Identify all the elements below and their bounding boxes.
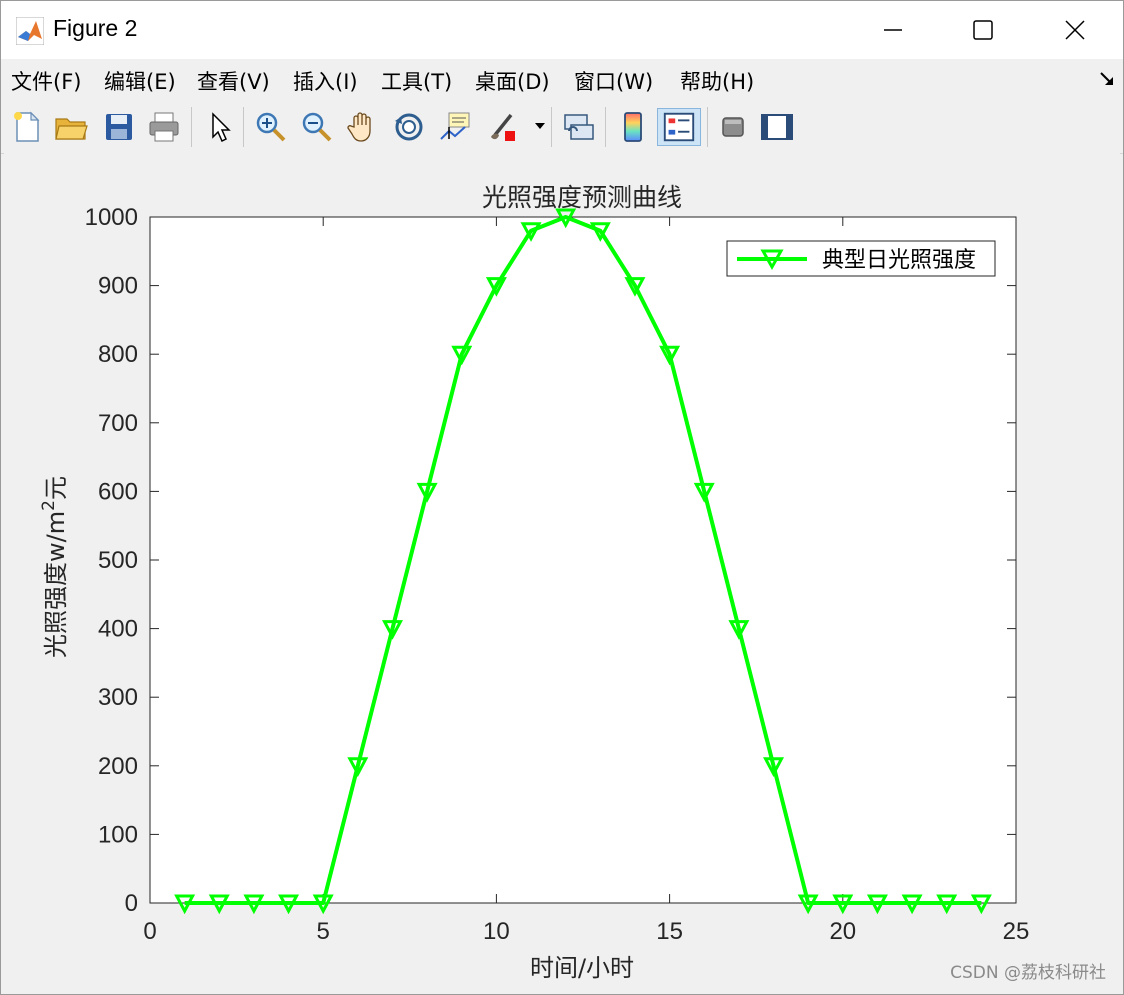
brush-icon[interactable] bbox=[485, 109, 521, 145]
menu-file[interactable]: 文件(F) bbox=[11, 66, 81, 96]
hide-plot-tools-icon[interactable] bbox=[715, 109, 751, 145]
open-folder-icon[interactable] bbox=[53, 109, 89, 145]
plot-area[interactable] bbox=[149, 216, 1017, 904]
data-cursor-icon[interactable] bbox=[437, 109, 473, 145]
save-icon[interactable] bbox=[101, 109, 137, 145]
title-bar[interactable]: Figure 2 bbox=[1, 1, 1123, 59]
toolbar-separator bbox=[243, 107, 244, 147]
y-tick-label: 800 bbox=[98, 341, 138, 368]
new-figure-icon[interactable] bbox=[9, 109, 45, 145]
toolbar-separator bbox=[605, 107, 606, 147]
y-tick-label: 300 bbox=[98, 684, 138, 711]
y-tick-label: 0 bbox=[125, 890, 138, 917]
y-tick-label: 600 bbox=[98, 478, 138, 505]
menu-desktop[interactable]: 桌面(D) bbox=[475, 66, 550, 96]
menu-bar: 文件(F) 编辑(E) 查看(V) 插入(I) 工具(T) 桌面(D) 窗口(W… bbox=[1, 59, 1123, 99]
y-tick-label: 900 bbox=[98, 273, 138, 300]
y-tick-label: 200 bbox=[98, 753, 138, 780]
maximize-button[interactable] bbox=[937, 1, 1029, 59]
y-tick-label: 100 bbox=[98, 821, 138, 848]
print-icon[interactable] bbox=[146, 109, 182, 145]
x-tick-label: 20 bbox=[829, 918, 856, 945]
x-tick-label: 15 bbox=[656, 918, 683, 945]
pointer-icon[interactable] bbox=[203, 109, 239, 145]
toolbar-separator bbox=[707, 107, 708, 147]
x-tick-label: 10 bbox=[483, 918, 510, 945]
menu-insert[interactable]: 插入(I) bbox=[293, 66, 358, 96]
x-tick-label: 0 bbox=[143, 918, 156, 945]
dock-arrow-icon[interactable] bbox=[1099, 71, 1115, 87]
x-tick-label: 25 bbox=[1003, 918, 1030, 945]
legend-icon[interactable] bbox=[657, 108, 701, 146]
brush-dropdown-icon[interactable] bbox=[535, 123, 545, 131]
window-title: Figure 2 bbox=[53, 15, 138, 41]
figure-window: Figure 2 文件(F) 编辑(E) 查看(V) 插入(I) 工具(T) 桌… bbox=[0, 0, 1124, 995]
toolbar-separator bbox=[191, 107, 192, 147]
matlab-logo-icon bbox=[16, 17, 44, 45]
colorbar-icon[interactable] bbox=[615, 109, 651, 145]
minimize-icon bbox=[884, 29, 902, 31]
zoom-out-icon[interactable] bbox=[299, 109, 335, 145]
figure-canvas: 0 5 10 15 20 25 0 100 200 300 400 500 600 700 800 900 10… bbox=[4, 153, 1120, 991]
menu-edit[interactable]: 编辑(E) bbox=[104, 66, 176, 96]
maximize-icon bbox=[973, 20, 993, 40]
menu-help[interactable]: 帮助(H) bbox=[680, 66, 754, 96]
menu-window[interactable]: 窗口(W) bbox=[574, 66, 653, 96]
y-axis-label: 光照强度w/m2元 bbox=[39, 476, 70, 658]
toolbar-separator bbox=[551, 107, 552, 147]
link-plot-icon[interactable] bbox=[561, 109, 597, 145]
chart-title: 光照强度预测曲线 bbox=[482, 183, 682, 212]
line-chart: 0 5 10 15 20 25 0 100 200 300 400 500 600 700 800 900 10… bbox=[39, 183, 1030, 982]
menu-view[interactable]: 查看(V) bbox=[197, 66, 270, 96]
pan-hand-icon[interactable] bbox=[345, 109, 381, 145]
zoom-in-icon[interactable] bbox=[253, 109, 289, 145]
legend[interactable]: 典型日光照强度 bbox=[726, 240, 996, 277]
y-tick-label: 500 bbox=[98, 547, 138, 574]
minimize-button[interactable] bbox=[847, 1, 939, 59]
figure-toolbar bbox=[1, 101, 1123, 154]
y-tick-label: 400 bbox=[98, 616, 138, 643]
y-tick-label: 1000 bbox=[85, 204, 138, 231]
menu-tools[interactable]: 工具(T) bbox=[381, 66, 452, 96]
show-plot-tools-icon[interactable] bbox=[759, 109, 795, 145]
close-button[interactable] bbox=[1029, 1, 1121, 59]
watermark: CSDN @荔枝科研社 bbox=[950, 963, 1106, 983]
legend-label: 典型日光照强度 bbox=[822, 248, 976, 273]
x-tick-label: 5 bbox=[317, 918, 330, 945]
x-axis-label: 时间/小时 bbox=[530, 954, 634, 982]
close-icon bbox=[1065, 20, 1085, 40]
y-tick-label: 700 bbox=[98, 410, 138, 437]
rotate-3d-icon[interactable] bbox=[391, 109, 427, 145]
